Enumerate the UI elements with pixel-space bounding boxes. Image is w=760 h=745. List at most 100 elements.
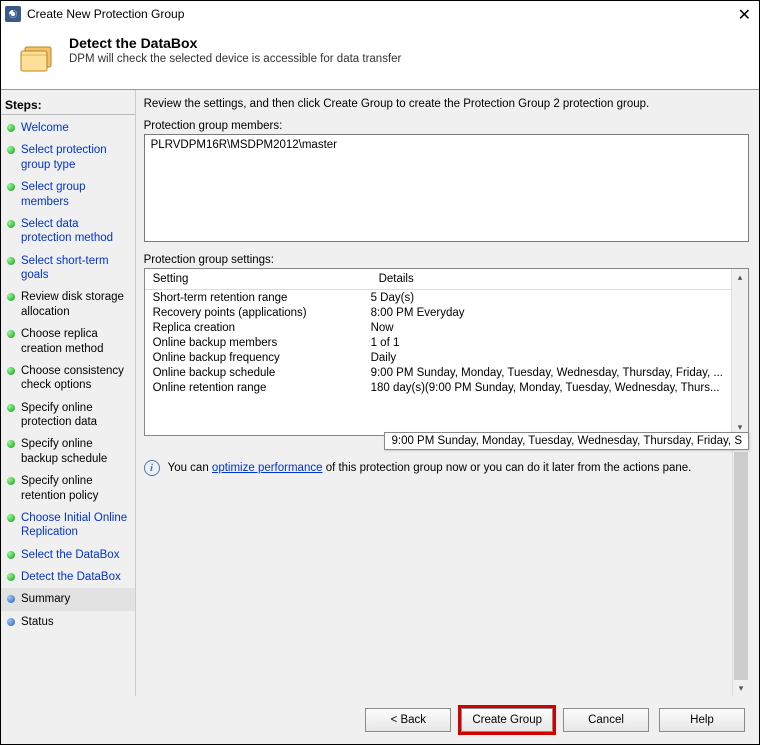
step-label: Specify online retention policy: [21, 474, 131, 503]
steps-heading: Steps:: [1, 94, 135, 115]
settings-row[interactable]: Online backup frequencyDaily: [145, 350, 731, 365]
tooltip: 9:00 PM Sunday, Monday, Tuesday, Wednesd…: [384, 432, 749, 450]
footer-buttons: < Back Create Group Cancel Help: [1, 696, 759, 744]
scroll-up-icon[interactable]: ▴: [732, 269, 748, 285]
cancel-button[interactable]: Cancel: [563, 708, 649, 732]
settings-table: Setting Details Short-term retention ran…: [144, 268, 749, 436]
instruction-text: Review the settings, and then click Crea…: [144, 98, 749, 110]
info-icon: i: [144, 460, 160, 476]
members-value: PLRVDPM16R\MSDPM2012\master: [151, 139, 337, 151]
step-item[interactable]: Choose Initial Online Replication: [1, 507, 135, 544]
step-done-icon: [7, 146, 15, 154]
step-done-icon: [7, 514, 15, 522]
members-label: Protection group members:: [144, 120, 749, 132]
main-scrollbar[interactable]: ▴ ▾: [732, 436, 749, 696]
step-done-icon: [7, 367, 15, 375]
scroll-thumb[interactable]: [734, 452, 748, 680]
setting-name: Online backup schedule: [153, 367, 371, 379]
optimize-link[interactable]: optimize performance: [212, 462, 323, 474]
window-title: Create New Protection Group: [27, 7, 184, 21]
setting-details: 180 day(s)(9:00 PM Sunday, Monday, Tuesd…: [371, 382, 723, 394]
create-group-button[interactable]: Create Group: [461, 708, 553, 732]
step-label: Choose replica creation method: [21, 327, 131, 356]
step-item[interactable]: Select short-term goals: [1, 250, 135, 287]
settings-row[interactable]: Recovery points (applications)8:00 PM Ev…: [145, 305, 731, 320]
step-label: Specify online protection data: [21, 401, 131, 430]
step-label: Select the DataBox: [21, 548, 119, 562]
close-icon[interactable]: ✕: [738, 5, 751, 25]
step-label: Select short-term goals: [21, 254, 131, 283]
app-icon: [5, 6, 21, 22]
settings-row[interactable]: Replica creationNow: [145, 320, 731, 335]
setting-details: 9:00 PM Sunday, Monday, Tuesday, Wednesd…: [371, 367, 723, 379]
step-done-icon: [7, 404, 15, 412]
wizard-header: Detect the DataBox DPM will check the se…: [1, 27, 759, 89]
setting-name: Replica creation: [153, 322, 371, 334]
step-item: Review disk storage allocation: [1, 286, 135, 323]
step-done-icon: [7, 124, 15, 132]
settings-header-row: Setting Details: [145, 269, 731, 290]
step-label: Summary: [21, 592, 70, 606]
header-subtitle: DPM will check the selected device is ac…: [69, 53, 401, 65]
step-item[interactable]: Select the DataBox: [1, 544, 135, 566]
settings-row[interactable]: Online retention range180 day(s)(9:00 PM…: [145, 380, 731, 395]
step-done-icon: [7, 551, 15, 559]
step-item: Status: [1, 611, 135, 633]
setting-name: Online backup frequency: [153, 352, 371, 364]
back-button[interactable]: < Back: [365, 708, 451, 732]
step-item[interactable]: Welcome: [1, 117, 135, 139]
col-details-header[interactable]: Details: [371, 269, 731, 289]
step-done-icon: [7, 477, 15, 485]
setting-name: Short-term retention range: [153, 292, 371, 304]
step-done-icon: [7, 293, 15, 301]
setting-details: Daily: [371, 352, 723, 364]
step-label: Status: [21, 615, 54, 629]
step-done-icon: [7, 440, 15, 448]
settings-label: Protection group settings:: [144, 254, 749, 266]
setting-name: Recovery points (applications): [153, 307, 371, 319]
step-label: Review disk storage allocation: [21, 290, 131, 319]
step-item: Specify online retention policy: [1, 470, 135, 507]
folder-icon: [19, 39, 59, 75]
step-label: Choose Initial Online Replication: [21, 511, 131, 540]
settings-scrollbar[interactable]: ▴ ▾: [731, 269, 748, 435]
optimize-hint: i You can optimize performance of this p…: [144, 458, 732, 478]
step-item[interactable]: Select data protection method: [1, 213, 135, 250]
titlebar: Create New Protection Group ✕: [1, 1, 759, 27]
step-label: Select protection group type: [21, 143, 131, 172]
setting-details: 5 Day(s): [371, 292, 723, 304]
setting-details: Now: [371, 322, 723, 334]
step-done-icon: [7, 330, 15, 338]
col-setting-header[interactable]: Setting: [145, 269, 371, 289]
settings-row[interactable]: Online backup schedule9:00 PM Sunday, Mo…: [145, 365, 731, 380]
step-done-icon: [7, 183, 15, 191]
step-label: Specify online backup schedule: [21, 437, 131, 466]
step-done-icon: [7, 220, 15, 228]
header-text: Detect the DataBox DPM will check the se…: [69, 35, 401, 75]
step-label: Detect the DataBox: [21, 570, 121, 584]
step-item: Choose consistency check options: [1, 360, 135, 397]
setting-name: Online backup members: [153, 337, 371, 349]
scroll-down-icon[interactable]: ▾: [733, 680, 749, 696]
step-item: Choose replica creation method: [1, 323, 135, 360]
step-item: Specify online backup schedule: [1, 433, 135, 470]
step-item: Summary: [1, 588, 135, 610]
step-item[interactable]: Detect the DataBox: [1, 566, 135, 588]
step-label: Select group members: [21, 180, 131, 209]
settings-row[interactable]: Online backup members1 of 1: [145, 335, 731, 350]
step-pending-icon: [7, 618, 15, 626]
step-pending-icon: [7, 595, 15, 603]
step-item: Specify online protection data: [1, 397, 135, 434]
optimize-prefix: You can: [168, 462, 212, 474]
settings-row[interactable]: Short-term retention range5 Day(s): [145, 290, 731, 305]
members-box[interactable]: PLRVDPM16R\MSDPM2012\master: [144, 134, 749, 242]
step-item[interactable]: Select group members: [1, 176, 135, 213]
setting-details: 1 of 1: [371, 337, 723, 349]
optimize-suffix: of this protection group now or you can …: [323, 462, 692, 474]
main-panel: Review the settings, and then click Crea…: [136, 90, 759, 696]
step-label: Welcome: [21, 121, 69, 135]
step-label: Select data protection method: [21, 217, 131, 246]
step-item[interactable]: Select protection group type: [1, 139, 135, 176]
help-button[interactable]: Help: [659, 708, 745, 732]
wizard-window: Create New Protection Group ✕ Detect the…: [0, 0, 760, 745]
